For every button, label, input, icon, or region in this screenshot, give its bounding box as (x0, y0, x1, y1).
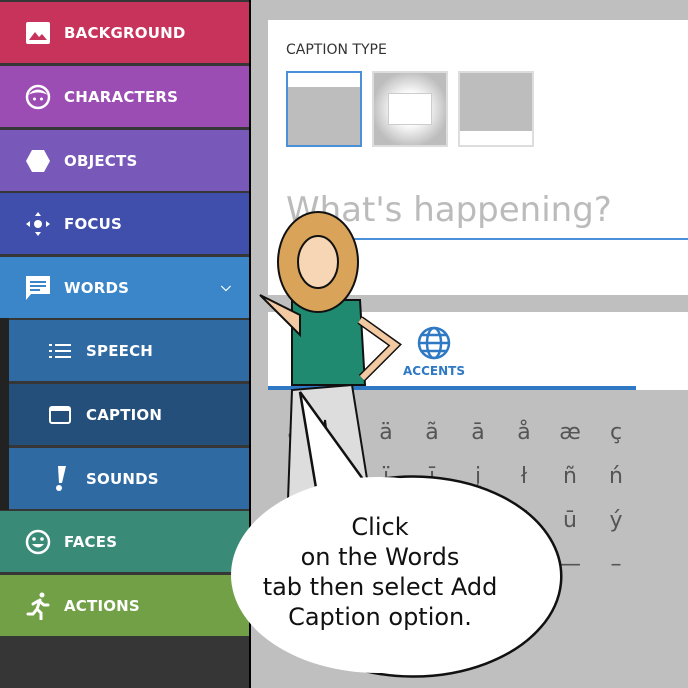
bubble-line: Caption option. (288, 603, 472, 631)
speech-bubble-text: Click on the Words tab then select Add Capt… (240, 512, 520, 632)
bubble-line: tab then select Add (262, 573, 498, 601)
bubble-line: Click (351, 513, 409, 541)
bubble-line: on the Words (300, 543, 460, 571)
